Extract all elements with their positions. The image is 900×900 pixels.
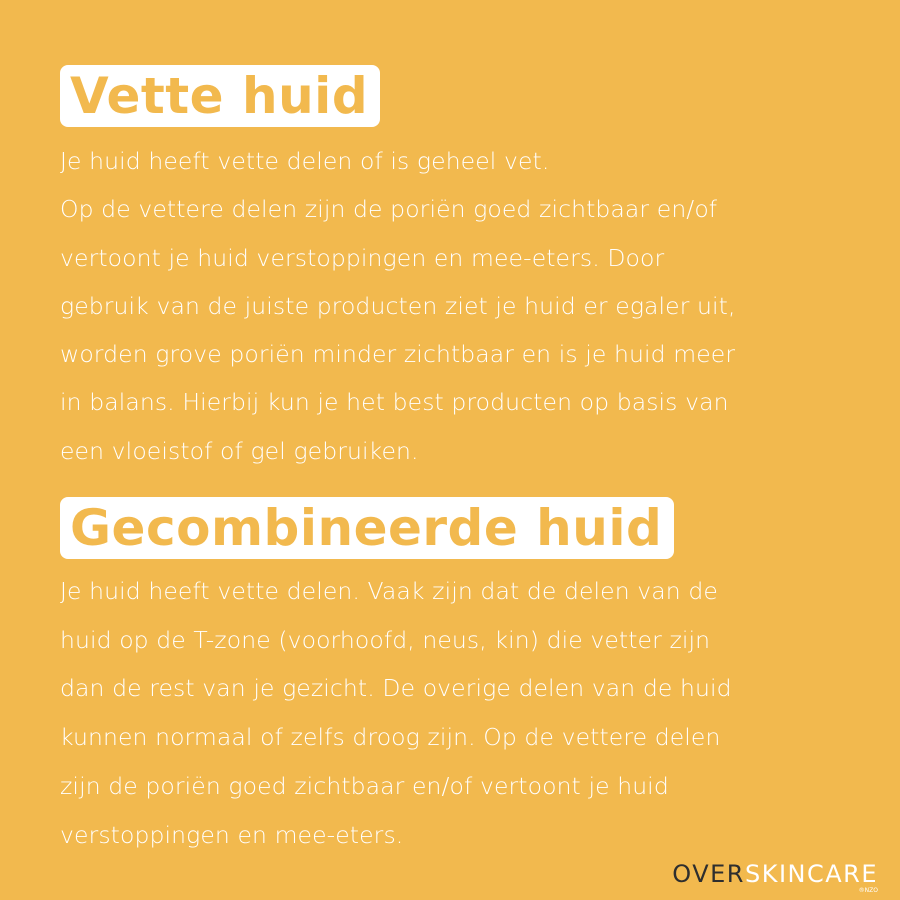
- brand-logo-skincare: SKINCARE: [744, 860, 878, 888]
- section-body-vette-huid: Je huid heeft vette delen of is geheel v…: [60, 147, 736, 465]
- brand-logo: OVERSKINCARE ®NZO: [672, 860, 878, 894]
- section-vette-huid: Vette huid Je huid heeft vette delen of …: [60, 65, 860, 475]
- section-body-gecombineerde-huid: Je huid heeft vette delen. Vaak zijn dat…: [60, 577, 732, 849]
- section-gecombineerde-huid: Gecombineerde huid Je huid heeft vette d…: [60, 497, 860, 859]
- brand-logo-suffix: ®NZO: [858, 887, 878, 894]
- brand-logo-over: OVER: [672, 860, 745, 888]
- section-title-vette-huid: Vette huid: [60, 65, 381, 127]
- section-title-gecombineerde-huid: Gecombineerde huid: [60, 497, 675, 559]
